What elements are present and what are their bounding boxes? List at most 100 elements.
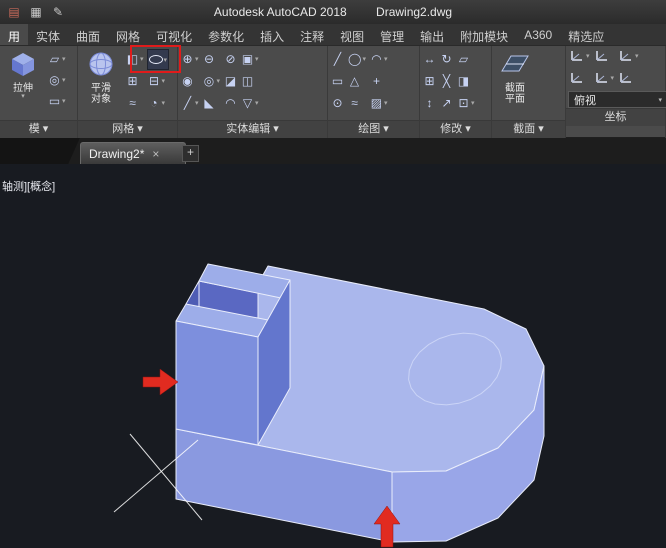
ucs-icon-group: ▾ ▾ ▾ bbox=[568, 46, 640, 89]
panel-body-2: 平滑对象◧▾▾ ⊞ ⊟▾≈◔▾ bbox=[78, 46, 177, 120]
tool-button-3[interactable]: ⊞ bbox=[125, 71, 145, 90]
ribbon-tab-7[interactable]: 插入 bbox=[252, 24, 292, 45]
tool-button-2[interactable]: ◎▾ bbox=[47, 70, 67, 89]
panel-label-2[interactable]: 网格 ▾ bbox=[78, 120, 177, 138]
panel-label-1[interactable]: 模 ▾ bbox=[0, 120, 77, 138]
tool-button-11[interactable]: ◠ bbox=[223, 93, 238, 112]
tool-button-3[interactable]: ◠▾ bbox=[369, 49, 389, 68]
tool-button-9[interactable]: ▨▾ bbox=[369, 93, 389, 112]
panel-label-7[interactable]: 坐标 bbox=[566, 108, 665, 126]
tool-button-10[interactable]: ◣ bbox=[202, 93, 222, 112]
ribbon-tab-8[interactable]: 注释 bbox=[292, 24, 332, 45]
tool-button-2[interactable]: ↻ bbox=[439, 49, 454, 68]
tool-glyph-icon: ◎ bbox=[48, 73, 61, 87]
tool-button-9[interactable]: ╱▾ bbox=[180, 93, 200, 112]
tool-button-1[interactable]: ◧▾ bbox=[125, 49, 145, 68]
tool-button-6[interactable]: + bbox=[369, 71, 389, 90]
tool-glyph-icon: ⊞ bbox=[423, 74, 436, 88]
panel-label-3[interactable]: 实体编辑 ▾ bbox=[178, 120, 327, 138]
ribbon-tab-13[interactable]: A360 bbox=[516, 24, 560, 45]
tool-button-3[interactable]: ▭▾ bbox=[47, 91, 67, 110]
tool-button-1[interactable]: ╱ bbox=[330, 49, 345, 68]
extrude-button[interactable]: 拉伸▾ bbox=[2, 49, 44, 100]
section-plane-button[interactable]: 截面平面 bbox=[494, 49, 536, 105]
ribbon-tab-10[interactable]: 管理 bbox=[372, 24, 412, 45]
file-tab-drawing2[interactable]: Drawing2* × bbox=[80, 142, 186, 164]
ucs-axis-icon bbox=[594, 71, 610, 85]
ribbon-tab-1[interactable]: 用 bbox=[0, 24, 28, 45]
ribbon-panel-4: ╱◯▾◠▾ ▭△ + ⊙≈▨▾ 绘图 ▾ bbox=[328, 46, 420, 138]
tool-button-3[interactable]: ⊘ bbox=[223, 49, 238, 68]
viewport-controls-label[interactable]: 轴测][概念] bbox=[2, 178, 55, 194]
ucs-button-3[interactable]: ▾ bbox=[617, 46, 640, 65]
highlighted-tool-button[interactable]: ▾ bbox=[147, 49, 170, 70]
tool-glyph-icon: ↻ bbox=[440, 52, 453, 66]
tool-button-1[interactable]: ▱▾ bbox=[47, 49, 67, 68]
app-title: Autodesk AutoCAD 2018 bbox=[214, 5, 347, 19]
panel-label-6[interactable]: 截面 ▾ bbox=[492, 120, 565, 138]
ucs-button-4[interactable] bbox=[568, 68, 591, 87]
tool-button-4[interactable]: ▭ bbox=[330, 71, 345, 90]
tool-button-7[interactable]: ◪ bbox=[223, 71, 238, 90]
tool-button-5[interactable]: ≈ bbox=[125, 93, 145, 112]
tool-glyph-icon: △ bbox=[348, 74, 361, 88]
ribbon-tab-5[interactable]: 可视化 bbox=[148, 24, 200, 45]
ribbon: 拉伸▾▱▾◎▾▭▾模 ▾平滑对象◧▾▾⊞⊟▾≈◔▾网格 ▾⊕▾⊖⊘▣▾◉◎▾◪◫… bbox=[0, 46, 666, 138]
tool-button-1[interactable]: ↔ bbox=[422, 49, 437, 68]
dropdown-arrow-icon: ▾ bbox=[471, 99, 475, 107]
dropdown-arrow-icon: ▾ bbox=[217, 77, 221, 85]
tool-button-12[interactable]: ▽▾ bbox=[240, 93, 260, 112]
ribbon-tab-6[interactable]: 参数化 bbox=[200, 24, 252, 45]
document-title: Drawing2.dwg bbox=[376, 5, 452, 19]
tool-button-9[interactable]: ⊡▾ bbox=[456, 93, 476, 112]
ucs-button-2[interactable] bbox=[593, 46, 616, 65]
dropdown-arrow-icon: ▾ bbox=[611, 74, 615, 82]
tool-button-8[interactable]: ↗ bbox=[439, 93, 454, 112]
ribbon-tab-3[interactable]: 曲面 bbox=[68, 24, 108, 45]
tool-glyph-icon: ╳ bbox=[440, 74, 453, 88]
tool-glyph-icon: ⊞ bbox=[126, 74, 139, 88]
tool-button-7[interactable]: ↕ bbox=[422, 93, 437, 112]
tool-glyph-icon: ↗ bbox=[440, 96, 453, 110]
ucs-button-6[interactable] bbox=[617, 68, 640, 87]
smooth-object-button[interactable]: 平滑对象 bbox=[80, 49, 122, 105]
ribbon-tab-12[interactable]: 附加模块 bbox=[452, 24, 516, 45]
ucs-button-1[interactable]: ▾ bbox=[568, 46, 591, 65]
ucs-axis-icon bbox=[618, 49, 634, 63]
drawing-canvas[interactable] bbox=[0, 164, 666, 548]
tool-button-7[interactable]: ⊙ bbox=[330, 93, 345, 112]
panel-label-5[interactable]: 修改 ▾ bbox=[420, 120, 491, 138]
view-control-dropdown[interactable]: 俯视▾ bbox=[568, 91, 666, 108]
ribbon-tab-2[interactable]: 实体 bbox=[28, 24, 68, 45]
tool-button-8[interactable]: ◫ bbox=[240, 71, 260, 90]
dropdown-arrow-icon: ▾ bbox=[62, 55, 66, 63]
tool-button-2[interactable]: ◯▾ bbox=[347, 49, 367, 68]
tool-button-6[interactable]: ◨ bbox=[456, 71, 476, 90]
ribbon-tab-9[interactable]: 视图 bbox=[332, 24, 372, 45]
close-tab-icon[interactable]: × bbox=[152, 147, 159, 161]
tool-button-4[interactable]: ⊞ bbox=[422, 71, 437, 90]
tool-button-4[interactable]: ▣▾ bbox=[240, 49, 260, 68]
tool-button-4[interactable]: ⊟▾ bbox=[147, 71, 170, 90]
tool-button-6[interactable]: ◎▾ bbox=[202, 71, 222, 90]
ribbon-tab-14[interactable]: 精选应 bbox=[560, 24, 612, 45]
tool-button-8[interactable]: ≈ bbox=[347, 93, 367, 112]
tool-icon-group: ⊕▾⊖⊘▣▾ ◉◎▾◪◫ ╱▾◣◠▽▾ bbox=[180, 49, 260, 114]
ucs-button-5[interactable]: ▾ bbox=[593, 68, 616, 87]
tool-button-5[interactable]: ╳ bbox=[439, 71, 454, 90]
block-front-face bbox=[176, 321, 258, 445]
ribbon-tab-11[interactable]: 输出 bbox=[412, 24, 452, 45]
dropdown-arrow-icon: ▾ bbox=[384, 55, 388, 63]
ribbon-panel-6: 截面平面截面 ▾ bbox=[492, 46, 566, 138]
new-tab-button[interactable]: + bbox=[182, 145, 199, 162]
viewport[interactable]: 轴测][概念] bbox=[0, 164, 666, 548]
ribbon-tab-4[interactable]: 网格 bbox=[108, 24, 148, 45]
tool-button-5[interactable]: △ bbox=[347, 71, 367, 90]
tool-button-3[interactable]: ▱ bbox=[456, 49, 476, 68]
tool-button-1[interactable]: ⊕▾ bbox=[180, 49, 200, 68]
tool-button-2[interactable]: ⊖ bbox=[202, 49, 222, 68]
tool-button-6[interactable]: ◔▾ bbox=[147, 93, 170, 112]
tool-glyph-icon: ◎ bbox=[203, 74, 216, 88]
panel-label-4[interactable]: 绘图 ▾ bbox=[328, 120, 419, 138]
tool-button-5[interactable]: ◉ bbox=[180, 71, 200, 90]
